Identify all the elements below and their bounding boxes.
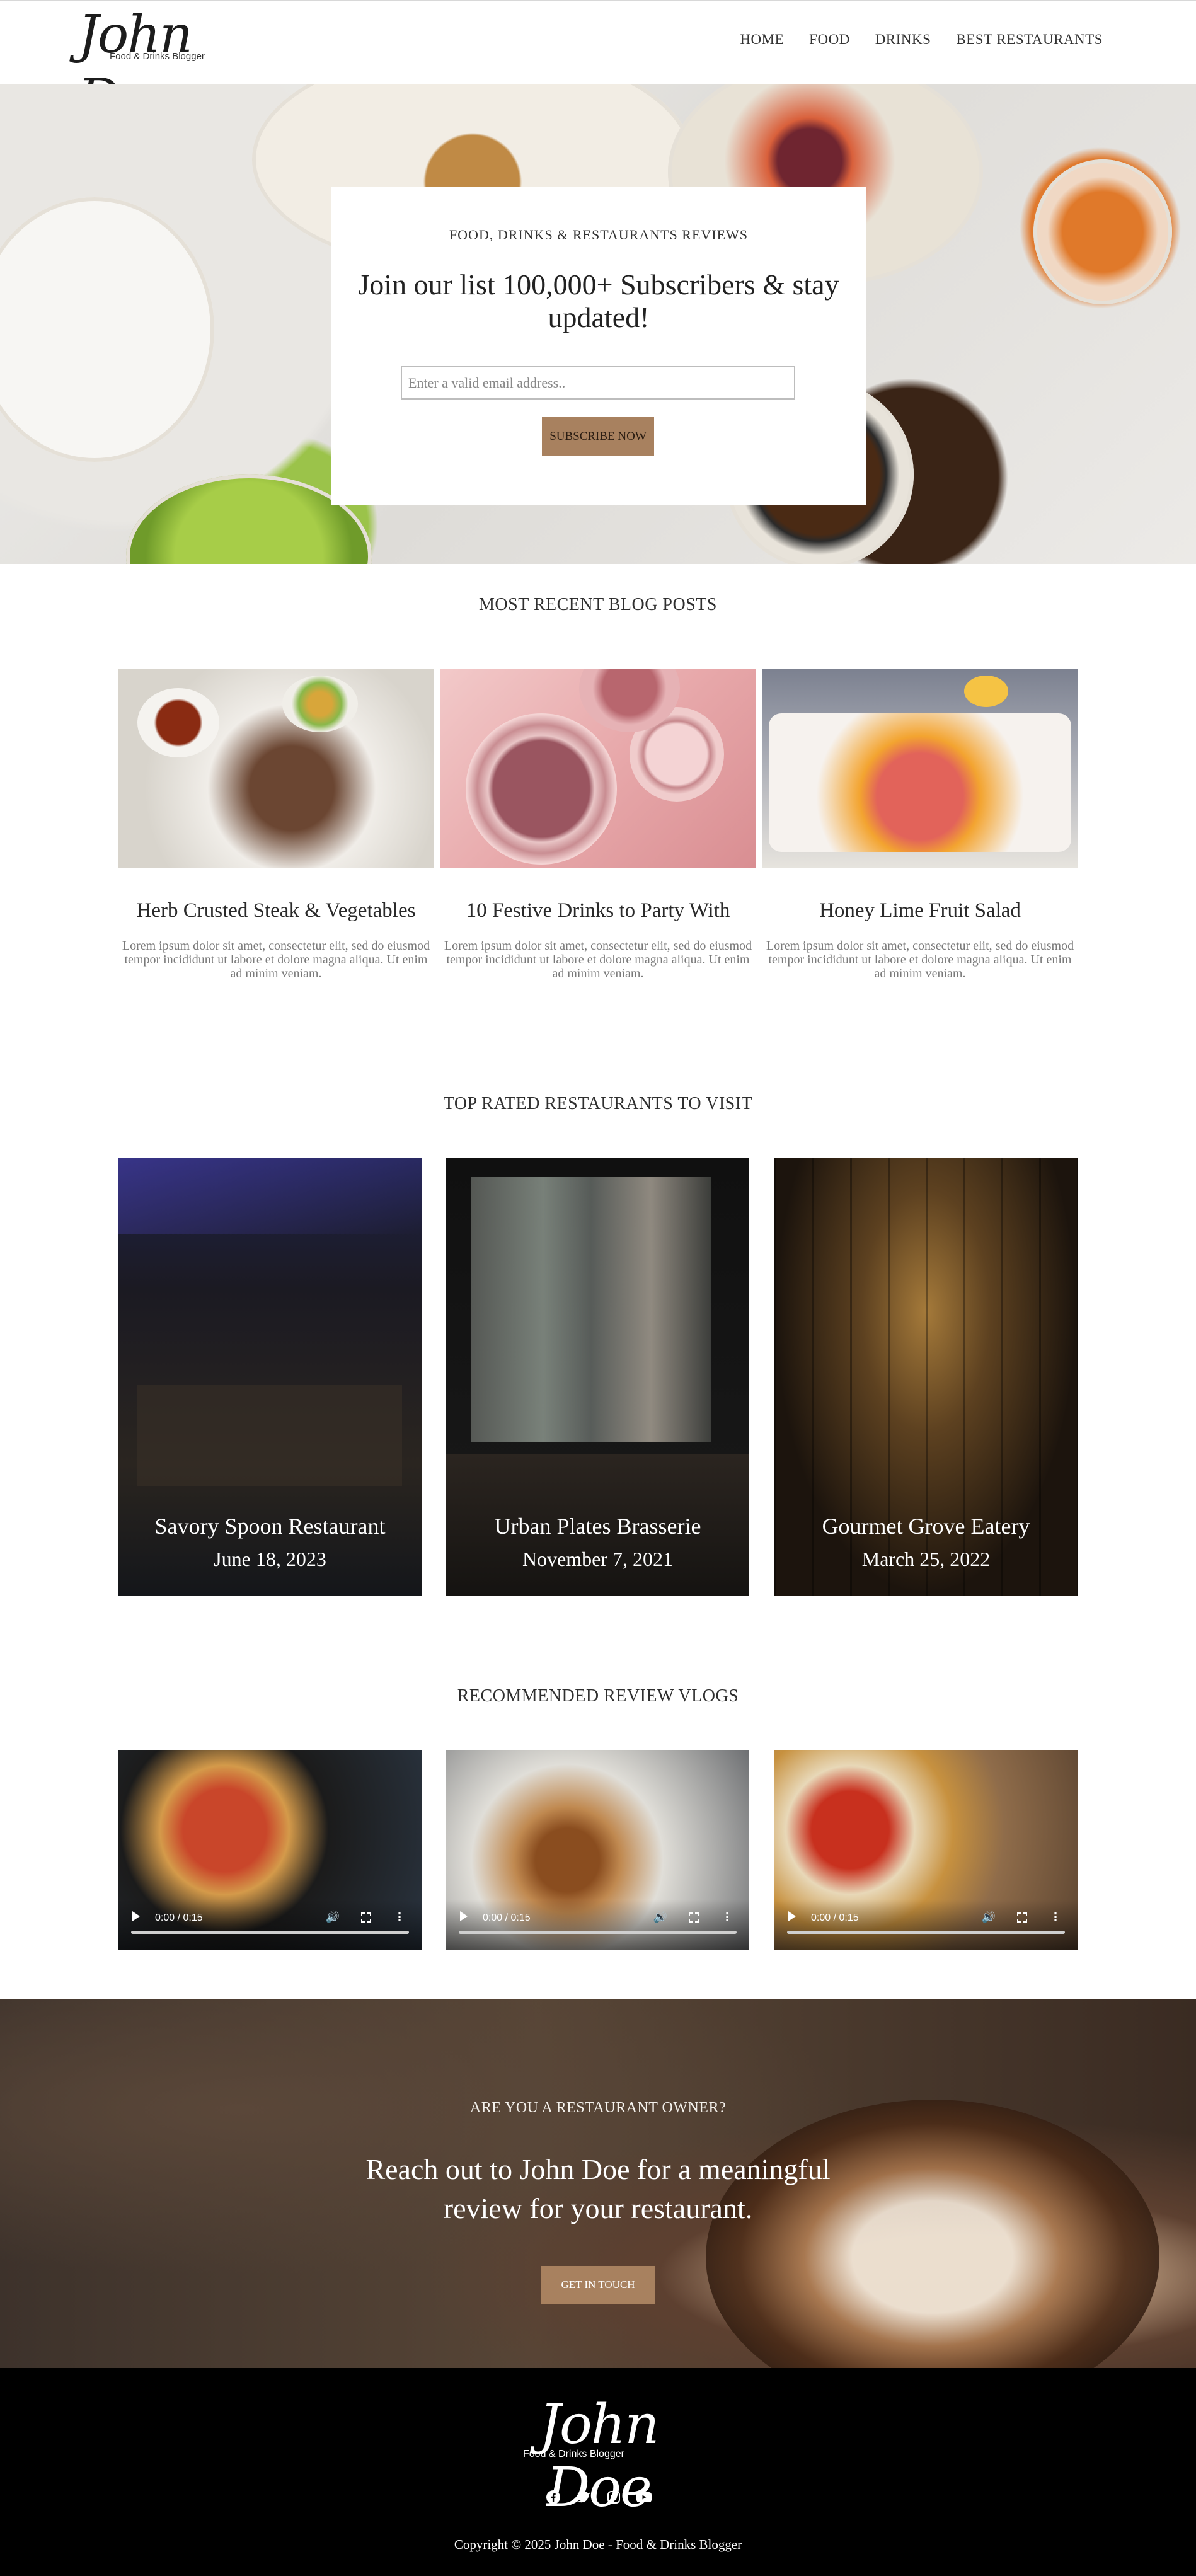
social-links — [542, 2489, 655, 2505]
restaurant-date: June 18, 2023 — [214, 1548, 326, 1570]
more-options-icon[interactable]: ⋮ — [722, 1911, 733, 1924]
cta-title: Reach out to John Doe for a meaningful r… — [365, 2153, 831, 2224]
fullscreen-icon[interactable] — [1017, 1912, 1027, 1923]
video-player[interactable]: 0:00 / 0:15 🔊 ⋮ — [446, 1750, 749, 1950]
recent-posts-title: MOST RECENT BLOG POSTS — [479, 595, 717, 614]
site-footer: John Doe Food & Drinks Blogger Copyright… — [0, 2368, 1196, 2576]
more-options-icon[interactable]: ⋮ — [394, 1911, 405, 1924]
video-player[interactable]: 0:00 / 0:15 🔊 ⋮ — [118, 1750, 422, 1950]
hero-section: FOOD, DRINKS & RESTAURANTS REVIEWS Join … — [0, 84, 1196, 564]
subscribe-card: FOOD, DRINKS & RESTAURANTS REVIEWS Join … — [331, 187, 866, 505]
restaurant-caption: Gourmet Grove Eatery March 25, 2022 — [774, 1514, 1078, 1571]
subscribe-button[interactable]: SUBSCRIBE NOW — [542, 417, 654, 456]
footer-logo[interactable]: John Doe Food & Drinks Blogger — [485, 2393, 712, 2519]
volume-icon[interactable]: 🔊 — [326, 1911, 340, 1924]
video-progress-bar[interactable] — [131, 1931, 409, 1934]
video-controls: 0:00 / 0:15 🔊 ⋮ — [446, 1900, 749, 1950]
nav-best-restaurants[interactable]: BEST RESTAURANTS — [956, 32, 1103, 48]
twitter-icon[interactable] — [575, 2489, 592, 2505]
youtube-icon[interactable] — [636, 2489, 652, 2505]
nav-food[interactable]: FOOD — [809, 32, 850, 48]
restaurant-name[interactable]: Gourmet Grove Eatery — [774, 1514, 1078, 1539]
video-time: 0:00 / 0:15 — [811, 1912, 859, 1923]
video-controls: 0:00 / 0:15 🔊 ⋮ — [774, 1900, 1078, 1950]
cta-background-image — [706, 2100, 1159, 2368]
hero-title: Join our list 100,000+ Subscribers & sta… — [358, 268, 839, 333]
restaurant-card[interactable]: Savory Spoon Restaurant June 18, 2023 — [118, 1158, 422, 1596]
site-header: John Doe Food & Drinks Blogger HOME FOOD… — [0, 0, 1196, 128]
video-progress-bar[interactable] — [787, 1931, 1065, 1934]
more-options-icon[interactable]: ⋮ — [1050, 1911, 1061, 1924]
blog-post-card[interactable]: Herb Crusted Steak & Vegetables Lorem ip… — [118, 669, 434, 980]
restaurant-name[interactable]: Savory Spoon Restaurant — [118, 1514, 422, 1539]
restaurant-caption: Savory Spoon Restaurant June 18, 2023 — [118, 1514, 422, 1571]
restaurant-name[interactable]: Urban Plates Brasserie — [446, 1514, 749, 1539]
restaurant-date: March 25, 2022 — [861, 1548, 991, 1570]
fullscreen-icon[interactable] — [361, 1912, 371, 1923]
restaurants-title: TOP RATED RESTAURANTS TO VISIT — [443, 1094, 753, 1113]
post-image[interactable] — [118, 669, 434, 868]
post-title[interactable]: Herb Crusted Steak & Vegetables — [118, 899, 434, 923]
blog-post-card[interactable]: Honey Lime Fruit Salad Lorem ipsum dolor… — [762, 669, 1078, 980]
post-image[interactable] — [440, 669, 756, 868]
play-icon[interactable] — [788, 1911, 796, 1921]
hero-honey-image — [1033, 159, 1172, 304]
cta-section: ARE YOU A RESTAURANT OWNER? Reach out to… — [0, 1999, 1196, 2368]
post-excerpt: Lorem ipsum dolor sit amet, consectetur … — [766, 939, 1074, 980]
volume-icon[interactable]: 🔊 — [653, 1911, 667, 1924]
cta-kicker: ARE YOU A RESTAURANT OWNER? — [469, 2100, 727, 2116]
post-title[interactable]: 10 Festive Drinks to Party With — [440, 899, 756, 923]
main-nav: HOME FOOD DRINKS BEST RESTAURANTS — [740, 32, 1103, 48]
instagram-icon[interactable] — [606, 2489, 622, 2505]
video-player[interactable]: 0:00 / 0:15 🔊 ⋮ — [774, 1750, 1078, 1950]
footer-logo-tagline: Food & Drinks Blogger — [523, 2449, 624, 2459]
nav-drinks[interactable]: DRINKS — [875, 32, 931, 48]
video-time: 0:00 / 0:15 — [483, 1912, 531, 1923]
video-time: 0:00 / 0:15 — [155, 1912, 203, 1923]
play-icon[interactable] — [460, 1911, 468, 1921]
site-logo[interactable]: John Doe Food & Drinks Blogger — [78, 4, 286, 128]
restaurant-card[interactable]: Gourmet Grove Eatery March 25, 2022 — [774, 1158, 1078, 1596]
email-field[interactable] — [401, 366, 795, 400]
restaurant-image — [471, 1177, 711, 1442]
hero-background-image — [0, 197, 214, 462]
fullscreen-icon[interactable] — [689, 1912, 699, 1923]
blog-post-card[interactable]: 10 Festive Drinks to Party With Lorem ip… — [440, 669, 756, 980]
post-image[interactable] — [762, 669, 1078, 868]
post-excerpt: Lorem ipsum dolor sit amet, consectetur … — [122, 939, 430, 980]
post-title[interactable]: Honey Lime Fruit Salad — [762, 899, 1078, 923]
nav-home[interactable]: HOME — [740, 32, 784, 48]
hero-kicker: FOOD, DRINKS & RESTAURANTS REVIEWS — [449, 227, 749, 243]
facebook-icon[interactable] — [545, 2489, 561, 2505]
video-controls: 0:00 / 0:15 🔊 ⋮ — [118, 1900, 422, 1950]
play-icon[interactable] — [132, 1911, 140, 1921]
restaurant-image — [118, 1158, 422, 1234]
video-progress-bar[interactable] — [459, 1931, 737, 1934]
get-in-touch-button[interactable]: GET IN TOUCH — [541, 2266, 655, 2304]
restaurant-caption: Urban Plates Brasserie November 7, 2021 — [446, 1514, 749, 1571]
vlogs-title: RECOMMENDED REVIEW VLOGS — [457, 1686, 739, 1706]
volume-icon[interactable]: 🔊 — [982, 1911, 996, 1924]
restaurant-date: November 7, 2021 — [522, 1548, 674, 1570]
restaurant-card[interactable]: Urban Plates Brasserie November 7, 2021 — [446, 1158, 749, 1596]
logo-tagline: Food & Drinks Blogger — [110, 51, 205, 62]
copyright-text: Copyright © 2025 John Doe - Food & Drink… — [454, 2537, 742, 2552]
post-excerpt: Lorem ipsum dolor sit amet, consectetur … — [444, 939, 752, 980]
